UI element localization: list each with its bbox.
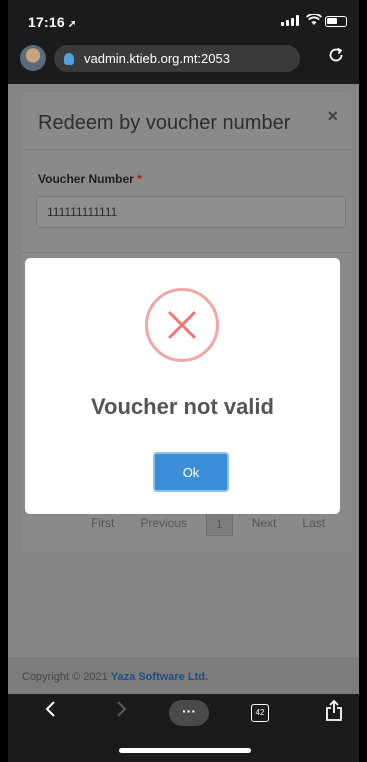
address-bar-row: vadmin.ktieb.org.mt:2053 [8,42,359,82]
error-alert-dialog: Voucher not valid Ok [25,258,340,514]
address-bar[interactable]: vadmin.ktieb.org.mt:2053 [54,45,300,72]
reload-icon[interactable] [327,46,345,70]
alert-message: Voucher not valid [91,394,274,419]
pagination: First Previous 1 Next Last [78,512,338,536]
wifi-icon [305,13,323,29]
required-mark: * [137,172,142,186]
error-x-icon [145,288,219,362]
more-menu-icon[interactable]: ··· [169,700,209,726]
page-footer: Copyright © 2021 Yaza Software Ltd. [8,658,359,694]
back-icon[interactable] [44,700,56,724]
divider [22,252,352,253]
phone-screen: 17:16 ➚ vadmin.ktieb.org.mt:2053 Redeem b… [8,0,359,762]
battery-icon [325,16,347,27]
redeem-modal-title: Redeem by voucher number [38,112,291,134]
ok-button[interactable]: Ok [153,452,229,492]
voucher-number-input[interactable]: 111111111111 [36,196,346,228]
status-time: 17:16 ➚ [28,14,77,30]
pager-last[interactable]: Last [289,512,338,536]
home-indicator[interactable] [119,748,251,753]
close-icon[interactable]: × [327,106,338,127]
location-arrow-icon: ➚ [67,19,77,30]
voucher-number-label: Voucher Number * [38,172,142,186]
pager-current[interactable]: 1 [206,512,233,536]
share-icon[interactable] [325,699,343,727]
pager-first[interactable]: First [78,512,127,536]
footer-brand-link[interactable]: Yaza Software Ltd. [111,671,208,683]
redeem-modal-header: Redeem by voucher number × [22,92,352,150]
url-text: vadmin.ktieb.org.mt:2053 [84,51,230,66]
avatar[interactable] [20,45,46,71]
signal-icon [281,15,299,26]
browser-toolbar: ··· 42 [8,694,359,734]
pager-previous[interactable]: Previous [127,512,200,536]
pager-next[interactable]: Next [239,512,290,536]
forward-icon[interactable] [116,700,128,724]
status-bar: 17:16 ➚ [8,0,359,40]
site-icon [64,52,74,65]
tabs-icon[interactable]: 42 [251,704,269,722]
